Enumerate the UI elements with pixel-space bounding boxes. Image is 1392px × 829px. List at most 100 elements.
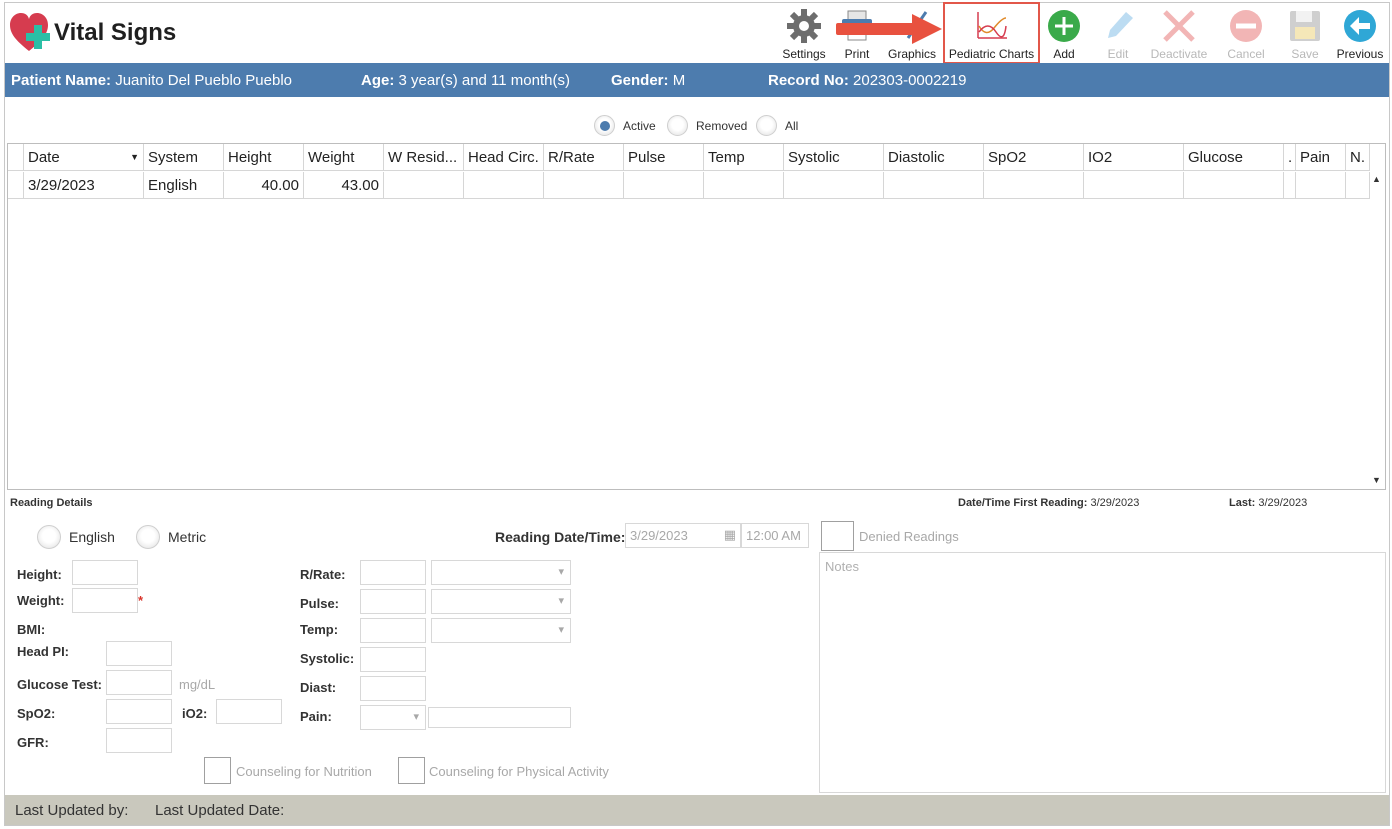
weight-input[interactable] (72, 588, 138, 613)
table-cell[interactable] (784, 172, 884, 199)
table-cell[interactable] (704, 172, 784, 199)
add-button[interactable]: Add (1044, 4, 1084, 62)
glucose-input[interactable] (106, 670, 172, 695)
filter-removed[interactable]: Removed (667, 115, 747, 136)
column-header[interactable]: W Resid... (384, 144, 464, 171)
save-button[interactable]: Save (1285, 4, 1325, 62)
deactivate-label: Deactivate (1150, 47, 1208, 61)
app-title: Vital Signs (54, 19, 177, 46)
red-arrow-annotation (836, 14, 942, 44)
temp-input[interactable] (360, 618, 426, 643)
edit-button[interactable]: Edit (1098, 4, 1138, 62)
table-cell[interactable]: 3/29/2023 (24, 172, 144, 199)
table-row[interactable]: 3/29/2023 English 40.00 43.00 (8, 172, 1370, 199)
english-label: English (69, 529, 115, 545)
table-cell[interactable] (1346, 172, 1370, 199)
scroll-down-arrow-icon[interactable]: ▼ (1369, 473, 1384, 488)
table-cell[interactable] (1284, 172, 1296, 199)
rrate-dropdown[interactable] (431, 560, 571, 585)
column-header[interactable]: R/Rate (544, 144, 624, 171)
table-cell[interactable] (1184, 172, 1284, 199)
temp-dropdown[interactable] (431, 618, 571, 643)
systolic-input[interactable] (360, 647, 426, 672)
notes-textarea[interactable]: Notes (819, 552, 1386, 793)
radio-all[interactable] (756, 115, 777, 136)
column-header[interactable]: Glucose (1184, 144, 1284, 171)
table-cell[interactable] (384, 172, 464, 199)
head-input[interactable] (106, 641, 172, 666)
table-cell[interactable] (884, 172, 984, 199)
table-cell[interactable] (464, 172, 544, 199)
column-header[interactable]: Pain (1296, 144, 1346, 171)
radio-english[interactable] (37, 525, 61, 549)
table-cell[interactable] (544, 172, 624, 199)
denied-readings-checkbox[interactable] (821, 521, 854, 551)
system-english[interactable]: English (37, 525, 115, 549)
deactivate-button[interactable]: Deactivate (1148, 4, 1210, 62)
patient-info-bar: Patient Name: Juanito Del Pueblo Pueblo … (5, 63, 1389, 97)
vitals-grid[interactable]: Date ▼ System Height Weight W Resid... Head Ci… (7, 143, 1386, 490)
filter-all[interactable]: All (756, 115, 798, 136)
spo2-input[interactable] (106, 699, 172, 724)
io2-label: iO2: (182, 706, 208, 721)
table-cell[interactable]: English (144, 172, 224, 199)
row-selector[interactable] (8, 172, 24, 199)
column-header[interactable]: Head Circ. (464, 144, 544, 171)
sort-desc-icon[interactable]: ▼ (130, 152, 139, 162)
filter-active[interactable]: Active (594, 115, 656, 136)
counsel-nutrition-checkbox[interactable] (204, 757, 231, 784)
temp-label: Temp: (300, 622, 339, 637)
column-header[interactable]: Pulse (624, 144, 704, 171)
reading-date-field[interactable]: 3/29/2023 ▦ (625, 523, 741, 548)
calendar-icon[interactable]: ▦ (724, 527, 736, 543)
counsel-activity-label: Counseling for Physical Activity (429, 764, 609, 779)
patient-name: Juanito Del Pueblo Pueblo (115, 72, 292, 89)
table-cell[interactable] (984, 172, 1084, 199)
height-input[interactable] (72, 560, 138, 585)
patient-name-label: Patient Name: (11, 72, 112, 89)
cancel-button[interactable]: Cancel (1222, 4, 1270, 62)
rrate-input[interactable] (360, 560, 426, 585)
bmi-label: BMI: (17, 622, 46, 637)
column-header[interactable]: System (144, 144, 224, 171)
previous-button[interactable]: Previous (1335, 4, 1385, 62)
scroll-up-arrow-icon[interactable]: ▲ (1369, 172, 1384, 187)
column-header[interactable]: SpO2 (984, 144, 1084, 171)
pain-notes-input[interactable] (428, 707, 571, 728)
table-cell[interactable] (624, 172, 704, 199)
reading-datetime-label: Reading Date/Time: (495, 529, 626, 545)
settings-label: Settings (782, 47, 826, 61)
status-footer: Last Updated by: Last Updated Date: (5, 795, 1389, 825)
table-cell[interactable] (1296, 172, 1346, 199)
radio-metric[interactable] (136, 525, 160, 549)
pain-dropdown[interactable] (360, 705, 426, 730)
column-header[interactable]: Temp (704, 144, 784, 171)
column-header[interactable]: . (1284, 144, 1296, 171)
io2-input[interactable] (216, 699, 282, 724)
radio-active[interactable] (594, 115, 615, 136)
height-label: Height: (17, 567, 62, 582)
column-header[interactable]: Systolic (784, 144, 884, 171)
settings-button[interactable]: Settings (780, 4, 828, 62)
previous-label: Previous (1336, 47, 1384, 61)
gfr-input[interactable] (106, 728, 172, 753)
table-cell[interactable] (1084, 172, 1184, 199)
radio-removed[interactable] (667, 115, 688, 136)
column-header[interactable]: Date ▼ (24, 144, 144, 171)
counsel-activity-checkbox[interactable] (398, 757, 425, 784)
glucose-unit: mg/dL (179, 677, 216, 692)
column-header[interactable]: Height (224, 144, 304, 171)
table-cell[interactable]: 43.00 (304, 172, 384, 199)
diast-input[interactable] (360, 676, 426, 701)
column-header[interactable]: Weight (304, 144, 384, 171)
heart-plus-logo-icon (10, 13, 50, 51)
reading-time-field[interactable]: 12:00 AM (741, 523, 809, 548)
system-metric[interactable]: Metric (136, 525, 206, 549)
systolic-label: Systolic: (300, 651, 355, 666)
column-header[interactable]: IO2 (1084, 144, 1184, 171)
column-header[interactable]: Diastolic (884, 144, 984, 171)
column-header[interactable]: N. (1346, 144, 1370, 171)
pulse-dropdown[interactable] (431, 589, 571, 614)
table-cell[interactable]: 40.00 (224, 172, 304, 199)
pulse-input[interactable] (360, 589, 426, 614)
